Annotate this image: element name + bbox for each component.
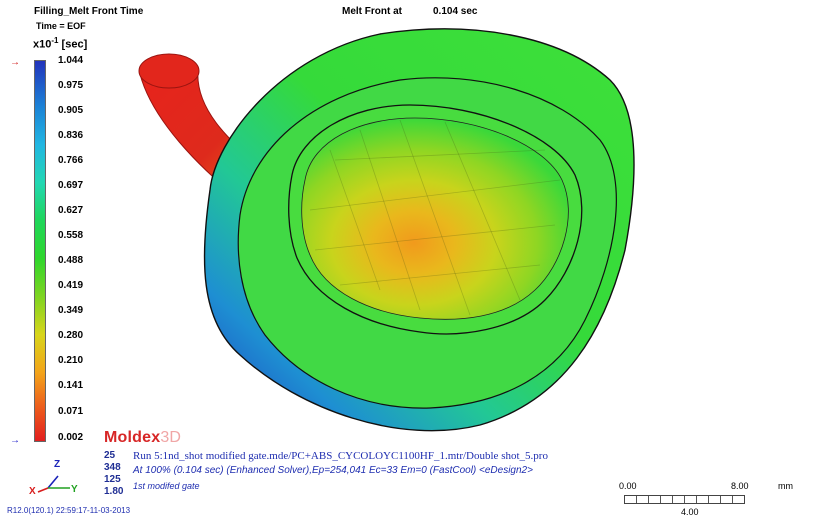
scale-tick-label: 0.349 xyxy=(58,305,84,316)
color-scale-bar xyxy=(34,60,46,442)
scale-tick-label: 0.002 xyxy=(58,432,84,443)
scale-tick-label: 0.558 xyxy=(58,230,84,241)
stat-value: 348 xyxy=(104,462,121,473)
scale-tick-label: 0.210 xyxy=(58,355,84,366)
logo-suffix: 3D xyxy=(160,429,182,446)
scale-tick-label: 1.044 xyxy=(58,55,84,66)
ruler-unit-label: mm xyxy=(778,481,793,491)
scale-tick-label: 0.627 xyxy=(58,205,84,216)
scale-tick-label: 0.975 xyxy=(58,80,84,91)
axis-z-label: Z xyxy=(54,459,61,470)
scale-ruler xyxy=(624,495,745,504)
moldex3d-logo: Moldex3D xyxy=(104,429,181,447)
logo-main: Moldex xyxy=(104,429,161,446)
scale-tick-label: 0.071 xyxy=(58,406,84,417)
axis-x-label: X xyxy=(29,486,36,497)
scale-tick-label: 0.419 xyxy=(58,280,84,291)
axis-y-label: Y xyxy=(71,484,78,495)
ruler-mid-label: 4.00 xyxy=(681,507,699,517)
scale-tick-label: 0.697 xyxy=(58,180,84,191)
scale-tick-label: 0.280 xyxy=(58,330,84,341)
solver-info-text: At 100% (0.104 sec) (Enhanced Solver),Ep… xyxy=(133,465,533,476)
run-info-text: Run 5:1nd_shot modified gate.mde/PC+ABS_… xyxy=(133,450,548,462)
scale-tick-label: 0.836 xyxy=(58,130,84,141)
ruler-start-label: 0.00 xyxy=(619,481,637,491)
cavity-part xyxy=(203,28,635,432)
scale-tick-label: 0.488 xyxy=(58,255,84,266)
gate-description-text: 1st modifed gate xyxy=(133,481,200,491)
min-marker-arrow-icon: → xyxy=(10,435,20,446)
stat-value: 125 xyxy=(104,474,121,485)
scale-tick-label: 0.905 xyxy=(58,105,84,116)
scale-tick-label: 0.141 xyxy=(58,380,84,391)
scale-tick-label: 0.766 xyxy=(58,155,84,166)
max-marker-arrow-icon: → xyxy=(10,57,20,68)
build-version-text: R12.0(120.1) 22:59:17-11-03-2013 xyxy=(7,506,131,515)
stat-value: 25 xyxy=(104,450,116,461)
ruler-end-label: 8.00 xyxy=(731,481,749,491)
stat-value: 1.80 xyxy=(104,486,124,497)
